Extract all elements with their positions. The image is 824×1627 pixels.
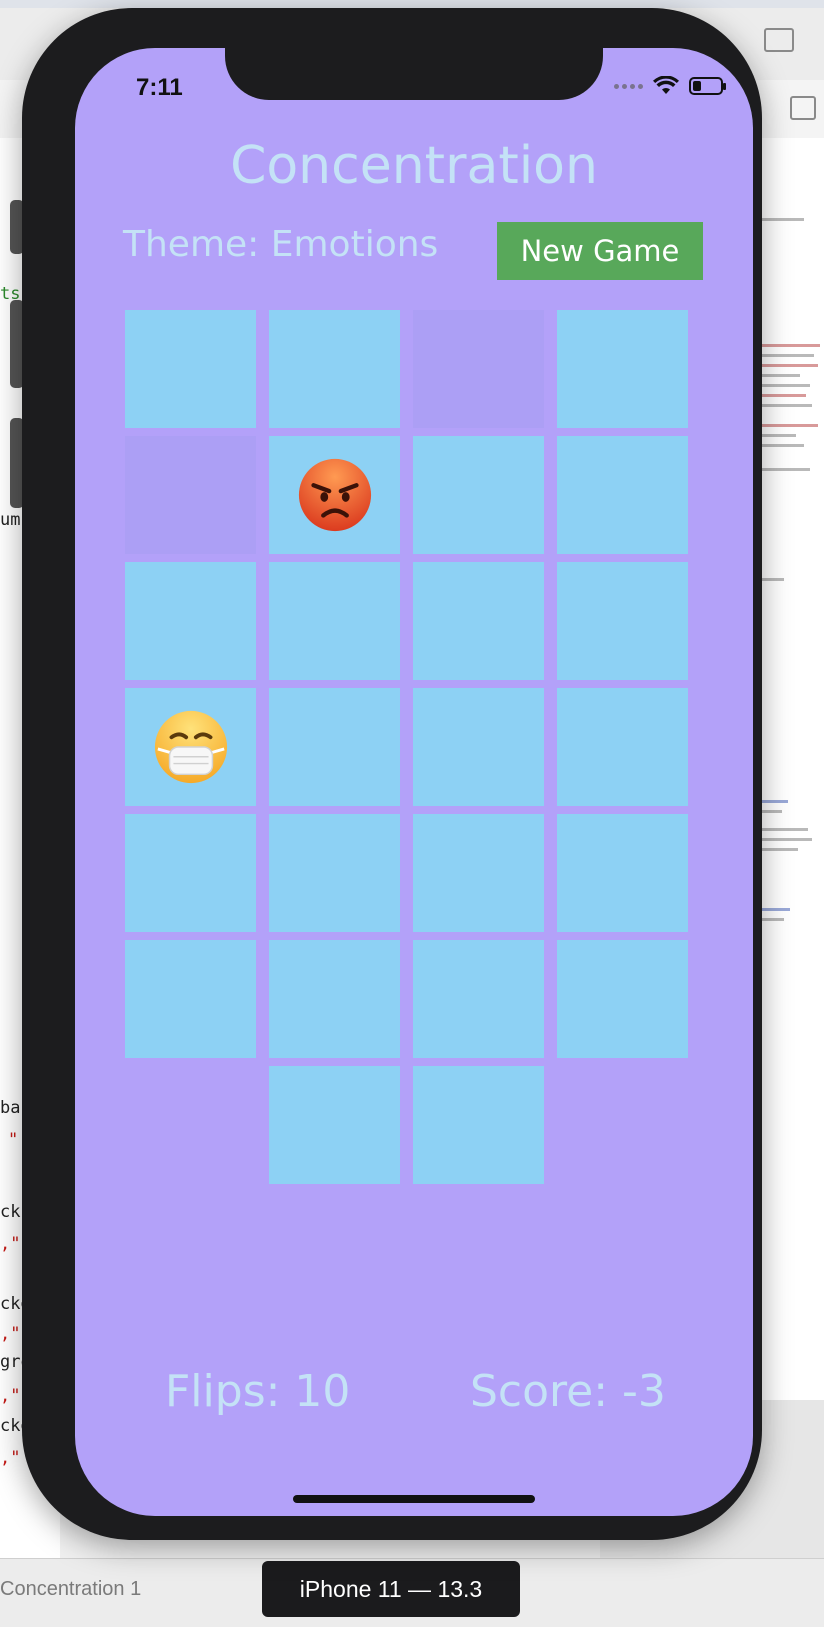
code-fragment: ,"	[0, 1234, 21, 1254]
card-grid	[125, 310, 705, 1210]
minimap-line	[760, 354, 814, 357]
card-button[interactable]	[125, 562, 256, 680]
card-button[interactable]	[413, 940, 544, 1058]
minimap-line	[760, 810, 782, 813]
minimap-line	[760, 374, 800, 377]
minimap-line	[760, 908, 790, 911]
code-fragment: ts	[0, 284, 21, 304]
code-minimap	[760, 138, 824, 1558]
device-label: iPhone 11 — 13.3	[262, 1561, 520, 1617]
notch	[225, 48, 603, 100]
angry-face-icon	[296, 456, 374, 534]
card-button[interactable]	[557, 688, 688, 806]
card-button	[413, 310, 544, 428]
flips-count-label: Flips: 10	[165, 1366, 351, 1417]
minimap-line	[760, 468, 810, 471]
card-button[interactable]	[269, 1066, 400, 1184]
card-button[interactable]	[269, 688, 400, 806]
code-fragment: ,"	[0, 1448, 21, 1468]
card-button[interactable]	[557, 310, 688, 428]
code-fragment: ba	[0, 1098, 21, 1118]
scheme-label[interactable]: Concentration 1	[0, 1578, 141, 1601]
add-editor-icon[interactable]	[790, 96, 816, 120]
card-button[interactable]	[269, 436, 400, 554]
minimap-line	[760, 444, 804, 447]
card-button[interactable]	[269, 562, 400, 680]
minimap-line	[760, 434, 796, 437]
minimap-line	[760, 364, 818, 367]
card-button	[125, 436, 256, 554]
new-game-button[interactable]: New Game	[497, 222, 703, 280]
minimap-line	[760, 848, 798, 851]
minimap-line	[760, 828, 808, 831]
minimap-line	[760, 404, 812, 407]
card-button[interactable]	[413, 688, 544, 806]
theme-label: Theme: Emotions	[123, 224, 439, 265]
minimap-line	[760, 838, 812, 841]
card-button[interactable]	[269, 814, 400, 932]
card-button[interactable]	[557, 436, 688, 554]
code-fragment: ,"	[0, 1386, 21, 1406]
card-button[interactable]	[413, 814, 544, 932]
card-button[interactable]	[557, 940, 688, 1058]
signal-icon	[614, 83, 643, 89]
minimap-line	[760, 918, 784, 921]
card-button[interactable]	[125, 310, 256, 428]
minimap-line	[760, 424, 818, 427]
status-icons	[614, 76, 726, 96]
card-button[interactable]	[413, 436, 544, 554]
minimap-line	[760, 800, 788, 803]
battery-icon	[689, 77, 726, 95]
code-fragment: ck	[0, 1202, 21, 1222]
card-button[interactable]	[557, 562, 688, 680]
game-title: Concentration	[230, 136, 598, 196]
inspector-toggle-icon[interactable]	[764, 28, 794, 52]
wifi-icon	[653, 76, 679, 94]
card-button[interactable]	[269, 940, 400, 1058]
card-button[interactable]	[125, 688, 256, 806]
status-time: 7:11	[136, 74, 183, 101]
home-indicator[interactable]	[293, 1495, 535, 1503]
score-label: Score: -3	[470, 1366, 666, 1417]
card-button[interactable]	[557, 814, 688, 932]
iphone-frame: 7:11 Concentration Theme: Emotions New G…	[22, 8, 762, 1540]
minimap-line	[760, 394, 806, 397]
minimap-line	[760, 384, 810, 387]
minimap-line	[760, 344, 820, 347]
card-button[interactable]	[413, 562, 544, 680]
app-screen: 7:11 Concentration Theme: Emotions New G…	[75, 48, 753, 1516]
code-fragment: "	[8, 1130, 19, 1150]
minimap-line	[760, 578, 784, 581]
code-fragment: ,"	[0, 1324, 21, 1344]
card-button[interactable]	[125, 814, 256, 932]
card-button[interactable]	[269, 310, 400, 428]
card-button[interactable]	[125, 940, 256, 1058]
face-with-medical-mask-icon	[152, 708, 230, 786]
minimap-line	[760, 218, 804, 221]
card-button[interactable]	[413, 1066, 544, 1184]
